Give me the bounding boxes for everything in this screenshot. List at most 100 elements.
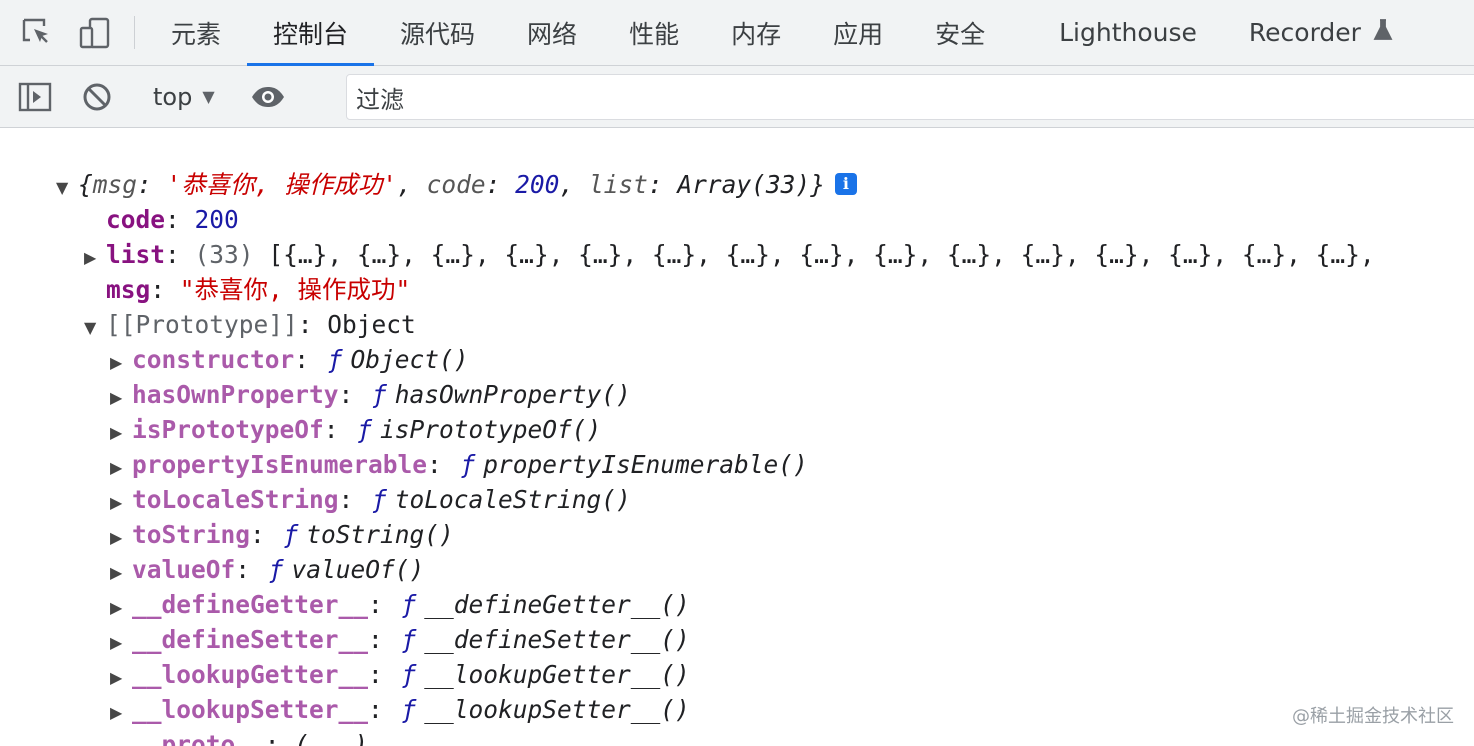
function-symbol: ƒ — [401, 625, 417, 654]
tab-security[interactable]: 安全 — [909, 0, 1011, 65]
function-symbol: ƒ — [283, 520, 299, 549]
tab-console[interactable]: 控制台 — [247, 0, 375, 66]
proto-member-row[interactable]: ▶ __defineSetter__: ƒ __defineSetter__() — [110, 622, 690, 657]
brace-open: { — [78, 170, 93, 199]
member-key: __lookupSetter__ — [132, 695, 369, 724]
expand-triangle-icon[interactable]: ▶ — [110, 520, 132, 555]
brace-close: } — [810, 170, 825, 199]
expand-triangle-icon[interactable]: ▶ — [84, 240, 106, 275]
summary-key: msg — [92, 170, 138, 199]
member-key: isPrototypeOf — [132, 415, 324, 444]
tab-label: 应用 — [833, 19, 884, 49]
proto-member-row[interactable]: ▶ __defineGetter__: ƒ __defineGetter__() — [110, 587, 690, 622]
property-key: code — [106, 205, 166, 234]
member-fn: toLocaleString() — [394, 485, 631, 514]
devtools-tab-bar: 元素 控制台 源代码 网络 性能 内存 应用 安全 Lighthouse Rec… — [0, 0, 1474, 66]
collapse-triangle-icon[interactable]: ▼ — [84, 310, 106, 345]
proto-member-row[interactable]: __proto__: (...) — [110, 727, 368, 746]
proto-member-row[interactable]: ▶ valueOf: ƒ valueOf() — [110, 552, 424, 587]
clear-console-icon[interactable] — [66, 66, 128, 128]
tab-label: 安全 — [935, 19, 986, 49]
member-key: hasOwnProperty — [132, 380, 339, 409]
proto-member-row[interactable]: ▶ toLocaleString: ƒ toLocaleString() — [110, 482, 631, 517]
property-row-list[interactable]: ▶ list: (33) [{…}, {…}, {…}, {…}, {…}, {…… — [84, 237, 1375, 272]
tab-label: 网络 — [527, 19, 578, 49]
expand-triangle-icon[interactable]: ▶ — [110, 380, 132, 415]
object-summary-row[interactable]: ▼ {msg: '恭喜你, 操作成功', code: 200, list: Arr… — [56, 167, 857, 202]
proto-member-row[interactable]: ▶ isPrototypeOf: ƒ isPrototypeOf() — [110, 412, 601, 447]
expand-triangle-icon[interactable]: ▶ — [110, 555, 132, 590]
function-symbol: ƒ — [401, 695, 417, 724]
prototype-key: [[Prototype]] — [106, 310, 298, 339]
expand-triangle-icon[interactable]: ▶ — [110, 695, 132, 730]
tab-label: Lighthouse — [1059, 18, 1197, 47]
proto-member-row[interactable]: ▶ toString: ƒ toString() — [110, 517, 454, 552]
member-fn: toString() — [306, 520, 454, 549]
device-toolbar-icon[interactable] — [66, 0, 124, 65]
proto-member-row[interactable]: ▶ constructor: ƒ Object() — [110, 342, 469, 377]
member-key: valueOf — [132, 555, 236, 584]
filter-placeholder: 过滤 — [356, 85, 404, 114]
member-fn: isPrototypeOf() — [380, 415, 602, 444]
filter-input[interactable]: 过滤 — [346, 74, 1474, 120]
watermark: @稀土掘金技术社区 — [1292, 706, 1454, 727]
tab-sources[interactable]: 源代码 — [374, 0, 501, 65]
array-preview: [{…}, {…}, {…}, {…}, {…}, {…}, {…}, {…},… — [268, 240, 1375, 269]
proto-member-row[interactable]: ▶ __lookupGetter__: ƒ __lookupGetter__() — [110, 657, 690, 692]
function-symbol: ƒ — [327, 345, 343, 374]
function-symbol: ƒ — [460, 450, 476, 479]
flask-icon — [1373, 19, 1393, 46]
member-key: toString — [132, 520, 251, 549]
function-symbol: ƒ — [401, 590, 417, 619]
member-key: constructor — [132, 345, 295, 374]
expand-triangle-icon[interactable]: ▶ — [110, 625, 132, 660]
tab-label: 控制台 — [273, 19, 349, 49]
member-fn: Object() — [350, 345, 469, 374]
expand-triangle-icon[interactable]: ▶ — [110, 415, 132, 450]
tab-application[interactable]: 应用 — [807, 0, 909, 65]
function-symbol: ƒ — [372, 380, 387, 409]
live-expression-eye-icon[interactable] — [230, 66, 306, 128]
expand-triangle-icon[interactable]: ▶ — [110, 590, 132, 625]
summary-key: code — [426, 170, 486, 199]
console-output: ▼ {msg: '恭喜你, 操作成功', code: 200, list: Arr… — [0, 128, 1474, 746]
context-selector[interactable]: top ▼ — [139, 66, 229, 128]
sidebar-toggle-icon[interactable] — [4, 66, 66, 128]
tab-divider — [134, 16, 135, 49]
prototype-row[interactable]: ▼ [[Prototype]]: Object — [84, 307, 416, 342]
array-count: (33) — [194, 240, 254, 269]
tab-lighthouse[interactable]: Lighthouse — [1033, 0, 1223, 65]
expand-triangle-icon[interactable]: ▶ — [110, 485, 132, 520]
member-fn: __lookupSetter__() — [424, 695, 690, 724]
member-fn: __lookupGetter__() — [424, 660, 690, 689]
tab-memory[interactable]: 内存 — [705, 0, 807, 65]
member-fn: __defineSetter__() — [424, 625, 690, 654]
member-fn: (...) — [294, 730, 369, 746]
function-symbol: ƒ — [268, 555, 284, 584]
member-key: propertyIsEnumerable — [132, 450, 428, 479]
property-key: msg — [106, 275, 151, 304]
proto-member-row[interactable]: ▶ hasOwnProperty: ƒ hasOwnProperty() — [110, 377, 631, 412]
member-fn: propertyIsEnumerable() — [483, 450, 808, 479]
info-icon[interactable]: i — [834, 173, 857, 195]
tab-network[interactable]: 网络 — [501, 0, 603, 65]
property-value: 200 — [194, 205, 239, 234]
tab-elements[interactable]: 元素 — [145, 0, 247, 65]
proto-member-row[interactable]: ▶ __lookupSetter__: ƒ __lookupSetter__() — [110, 692, 690, 727]
proto-member-row[interactable]: ▶ propertyIsEnumerable: ƒ propertyIsEnumer… — [110, 447, 808, 482]
member-key: __defineSetter__ — [132, 625, 369, 654]
inspect-element-icon[interactable] — [8, 0, 66, 65]
function-symbol: ƒ — [357, 415, 373, 444]
member-fn: __defineGetter__() — [424, 590, 690, 619]
prototype-value: Object — [327, 310, 416, 339]
tab-label: 源代码 — [400, 19, 476, 49]
context-label: top — [153, 82, 193, 111]
expand-triangle-icon[interactable]: ▶ — [110, 345, 132, 380]
summary-list-value: Array(33) — [677, 170, 811, 199]
tab-recorder[interactable]: Recorder — [1223, 0, 1419, 65]
expand-triangle-icon[interactable]: ▶ — [110, 660, 132, 695]
summary-key: list — [588, 170, 648, 199]
tab-performance[interactable]: 性能 — [603, 0, 705, 65]
collapse-triangle-icon[interactable]: ▼ — [56, 170, 78, 205]
expand-triangle-icon[interactable]: ▶ — [110, 450, 132, 485]
